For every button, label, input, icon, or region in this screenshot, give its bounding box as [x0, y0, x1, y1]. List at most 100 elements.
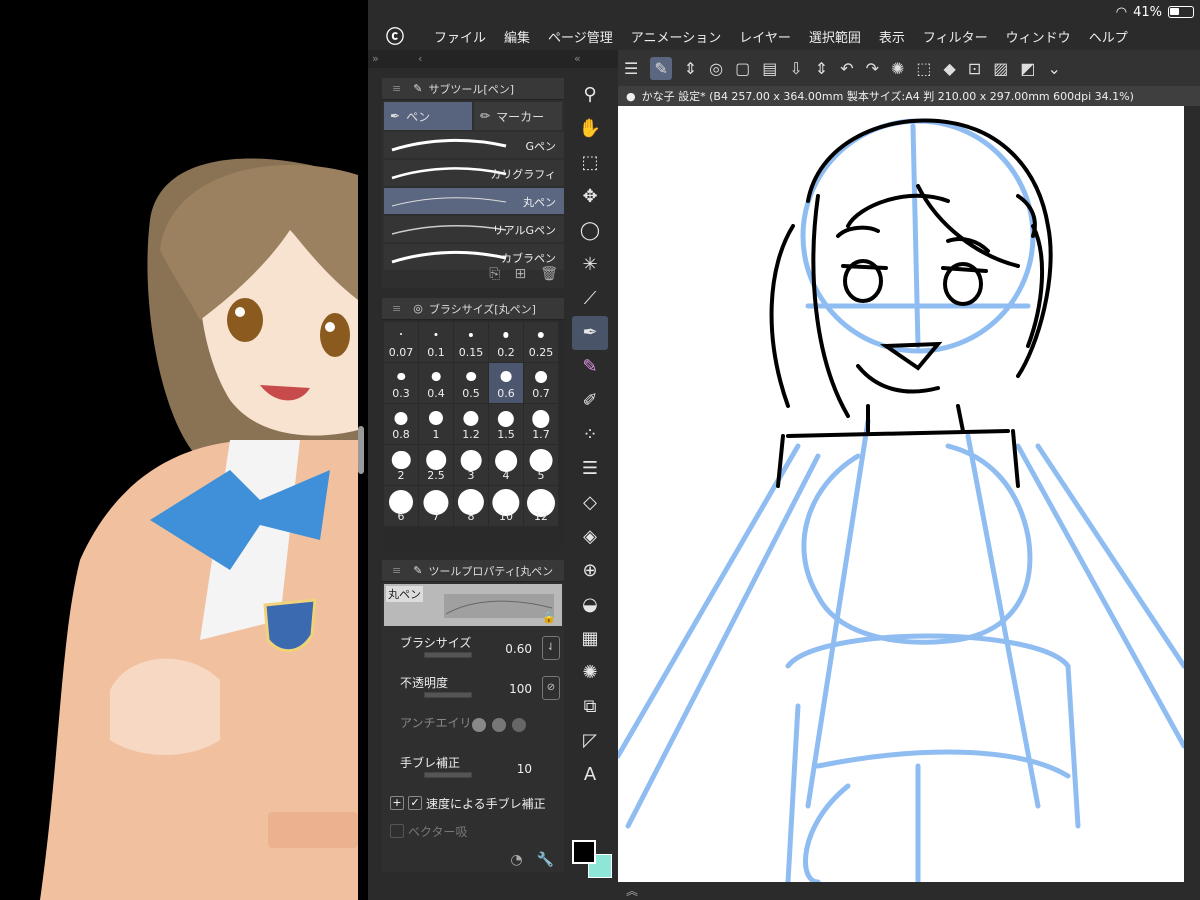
brush-size-option[interactable]: 0.2	[489, 322, 523, 362]
open-folder-icon[interactable]: ▤	[762, 59, 777, 78]
clear-icon[interactable]: ▨	[993, 59, 1008, 78]
menu-icon[interactable]: ≡	[392, 82, 401, 95]
ruler-icon[interactable]: ⧉	[572, 690, 608, 724]
antialias-option[interactable]	[492, 718, 506, 732]
brush-size-dynamics-icon[interactable]: ⇃	[542, 636, 560, 660]
chevron-down-icon[interactable]: ⌄	[1048, 59, 1061, 78]
brush-size-option[interactable]: 1	[419, 404, 453, 444]
lock-icon[interactable]: 🔒	[542, 611, 556, 624]
tab-marker[interactable]: ✏ マーカー	[474, 102, 562, 130]
brush-size-option[interactable]: 0.1	[419, 322, 453, 362]
brush-size-option[interactable]: 8	[454, 486, 488, 526]
figure-icon[interactable]: ⊕	[572, 554, 608, 588]
edit-mode-icon[interactable]: ✎	[650, 56, 672, 80]
menu-edit[interactable]: 編集	[504, 27, 530, 46]
expand-panels-icon[interactable]: »	[372, 52, 379, 65]
move-icon[interactable]: ✥	[572, 180, 608, 214]
menu-animation[interactable]: アニメーション	[631, 27, 721, 46]
brush-size-option[interactable]: 0.5	[454, 363, 488, 403]
menu-window[interactable]: ウィンドウ	[1006, 27, 1071, 46]
brush-item-round-pen[interactable]: 丸ペン	[384, 188, 564, 214]
blend-icon[interactable]: ◈	[572, 520, 608, 554]
brush-size-option[interactable]: 0.3	[384, 363, 418, 403]
drawing-canvas[interactable]	[618, 106, 1184, 882]
split-view-handle[interactable]	[358, 426, 364, 474]
brush-size-property[interactable]: ブラシサイズ 0.60 ⇃	[392, 630, 564, 666]
opacity-slider[interactable]	[424, 692, 472, 698]
speed-stabilization-checkbox[interactable]: ✓	[408, 796, 422, 810]
brush-size-option[interactable]: 2	[384, 445, 418, 485]
decoration-icon[interactable]: ☰	[572, 452, 608, 486]
brush-size-option[interactable]: 0.07	[384, 322, 418, 362]
invert-icon[interactable]: ◩	[1020, 59, 1035, 78]
app-logo-icon[interactable]: ⓒ	[386, 23, 416, 49]
menu-icon[interactable]: ≡	[392, 302, 401, 315]
text-icon[interactable]: A	[572, 758, 608, 792]
brush-item-g-pen[interactable]: Gペン	[384, 132, 564, 158]
antialias-option[interactable]	[472, 718, 486, 732]
tab-pen[interactable]: ✒ ペン	[384, 102, 472, 130]
brush-size-option[interactable]: 0.8	[384, 404, 418, 444]
brush-size-option[interactable]: 0.4	[419, 363, 453, 403]
zoom-icon[interactable]: ⚲	[572, 78, 608, 112]
antialias-property[interactable]: アンチエイリ	[392, 710, 564, 746]
expand-icon[interactable]: +	[390, 796, 404, 810]
main-color-swatch[interactable]	[572, 840, 596, 864]
eyedropper-icon[interactable]: ⟋	[572, 282, 608, 316]
eraser-icon[interactable]: ◇	[572, 486, 608, 520]
brush-size-option[interactable]: 6	[384, 486, 418, 526]
brush-tool-icon[interactable]: ✐	[572, 384, 608, 418]
wrench-icon[interactable]: 🔧	[537, 852, 554, 868]
speed-stabilization-row[interactable]: + ✓ 速度による手ブレ補正	[390, 792, 564, 814]
fill-bucket-icon[interactable]: ◆	[944, 59, 956, 78]
loading-icon[interactable]: ✺	[891, 59, 904, 78]
redo-icon[interactable]: ↷	[866, 59, 879, 78]
opacity-dynamics-icon[interactable]: ⊘	[542, 676, 560, 700]
brush-size-option[interactable]: 1.5	[489, 404, 523, 444]
brush-size-option[interactable]: 12	[524, 486, 558, 526]
menu-help[interactable]: ヘルプ	[1089, 27, 1128, 46]
menu-view[interactable]: 表示	[879, 27, 905, 46]
brush-item-real-g-pen[interactable]: リアルGペン	[384, 216, 564, 242]
brush-size-slider[interactable]	[424, 652, 472, 658]
canvas-tab[interactable]: ● かな子 設定* (B4 257.00 x 364.00mm 製本サイズ:A4…	[618, 86, 1200, 106]
brush-size-option[interactable]: 5	[524, 445, 558, 485]
opacity-property[interactable]: 不透明度 100 ⊘	[392, 670, 564, 706]
chevron-left-icon[interactable]: ‹	[418, 52, 422, 65]
brush-size-option[interactable]: 0.6	[489, 363, 523, 403]
brush-size-option[interactable]: 4	[489, 445, 523, 485]
brush-size-option[interactable]: 0.15	[454, 322, 488, 362]
gradient-icon[interactable]: ▦	[572, 622, 608, 656]
menu-layer[interactable]: レイヤー	[739, 27, 791, 46]
brush-size-option[interactable]: 1.2	[454, 404, 488, 444]
effect-line-icon[interactable]: ✺	[572, 656, 608, 690]
magic-wand-icon[interactable]: ✳	[572, 248, 608, 282]
menu-page[interactable]: ページ管理	[548, 27, 613, 46]
brush-item-calligraphy[interactable]: カリグラフィ	[384, 160, 564, 186]
brush-size-option[interactable]: 7	[419, 486, 453, 526]
vector-snap-checkbox[interactable]	[390, 824, 404, 838]
undo-icon[interactable]: ↶	[840, 59, 853, 78]
selection-icon[interactable]: ⬚	[916, 59, 931, 78]
brush-size-option[interactable]: 0.7	[524, 363, 558, 403]
new-file-icon[interactable]: ▢	[735, 59, 750, 78]
menu-selection[interactable]: 選択範囲	[809, 27, 861, 46]
brush-size-option[interactable]: 10	[489, 486, 523, 526]
copy-subtool-icon[interactable]: ⎘	[489, 266, 500, 282]
menu-filter[interactable]: フィルター	[923, 27, 988, 46]
toggle-icon[interactable]: ⇕	[815, 59, 828, 78]
hamburger-icon[interactable]: ☰	[624, 59, 638, 78]
swap-icon[interactable]: ⇕	[684, 59, 697, 78]
transform-icon[interactable]: ⊡	[968, 59, 981, 78]
object-select-icon[interactable]: ⬚	[572, 146, 608, 180]
lasso-icon[interactable]: ◯	[572, 214, 608, 248]
antialias-option[interactable]	[512, 718, 526, 732]
brush-size-option[interactable]: 2.5	[419, 445, 453, 485]
menu-file[interactable]: ファイル	[434, 27, 486, 46]
stabilization-property[interactable]: 手ブレ補正 10	[392, 750, 564, 786]
fill-icon[interactable]: ◒	[572, 588, 608, 622]
menu-icon[interactable]: ≡	[392, 564, 401, 577]
pencil-tool-icon[interactable]: ✎	[572, 350, 608, 384]
trash-icon[interactable]: 🗑	[540, 266, 558, 282]
save-icon[interactable]: ⇩	[789, 59, 802, 78]
